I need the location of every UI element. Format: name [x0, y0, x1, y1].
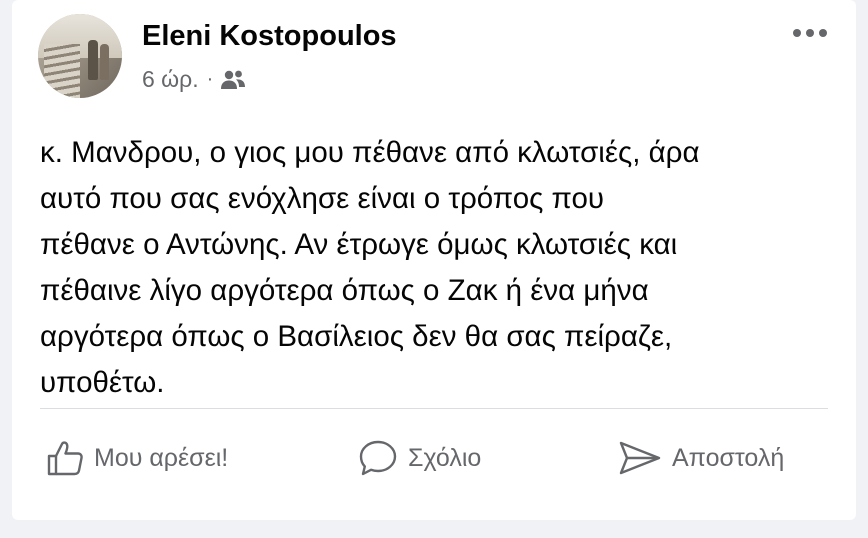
like-label: Μου αρέσει!	[94, 443, 229, 472]
friends-icon[interactable]	[219, 69, 247, 91]
post-header: Eleni Kostopoulos 6 ώρ. ·	[38, 12, 836, 102]
more-options-icon[interactable]	[788, 22, 832, 44]
comment-button[interactable]: Σχόλιο	[358, 428, 481, 488]
avatar[interactable]	[38, 14, 122, 98]
avatar-stairs	[44, 44, 80, 98]
post-time[interactable]: 6 ώρ.	[142, 66, 199, 93]
comment-label: Σχόλιο	[408, 443, 482, 472]
post-meta: 6 ώρ. ·	[142, 66, 247, 93]
post-text: κ. Μανδρου, ο γιος μου πέθανε από κλωτσι…	[40, 136, 700, 399]
share-label: Αποστολή	[672, 443, 785, 472]
thumbs-up-icon	[46, 440, 84, 476]
meta-separator: ·	[206, 68, 214, 90]
author-name[interactable]: Eleni Kostopoulos	[142, 20, 397, 53]
like-button[interactable]: Μου αρέσει!	[46, 428, 228, 488]
action-bar: Μου αρέσει! Σχόλιο Αποστολή	[12, 428, 856, 488]
send-icon	[618, 440, 662, 476]
share-button[interactable]: Αποστολή	[618, 428, 784, 488]
post-card: Eleni Kostopoulos 6 ώρ. · κ. Μανδρου, ο …	[12, 0, 856, 520]
avatar-figure	[100, 44, 109, 80]
divider	[40, 408, 828, 409]
comment-icon	[358, 439, 398, 477]
avatar-figure	[88, 40, 98, 80]
